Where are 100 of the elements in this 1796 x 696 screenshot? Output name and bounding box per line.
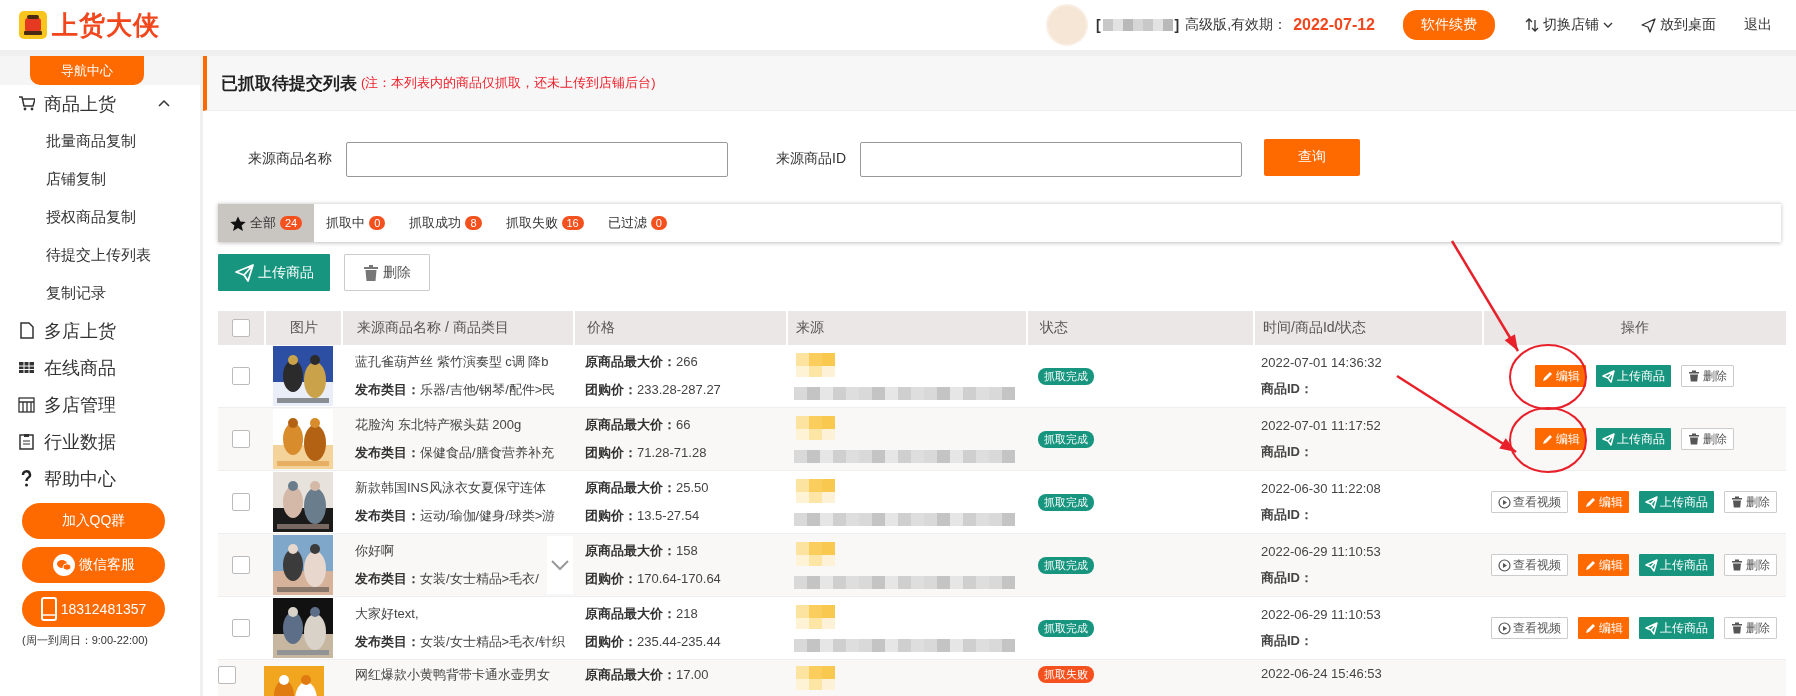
product-id-label: 商品ID：	[1261, 379, 1313, 398]
column-header: 操作	[1621, 319, 1649, 337]
timestamp: 2022-06-24 15:46:53	[1261, 666, 1382, 681]
count-badge: 16	[561, 216, 584, 230]
max-price: 原商品最大价：266	[585, 353, 698, 371]
sidebar-subitem[interactable]: 待提交上传列表	[0, 236, 200, 274]
star-icon	[230, 215, 246, 231]
upload-button[interactable]: 上传商品	[1595, 365, 1671, 387]
sidebar-subitem[interactable]: 批量商品复制	[0, 122, 200, 160]
trash-icon	[1687, 432, 1701, 446]
pencil-icon	[1584, 495, 1597, 509]
logo-text: 上货大侠	[52, 8, 160, 42]
status-badge: 抓取完成	[1038, 493, 1094, 511]
status-badge: 抓取失败	[1038, 666, 1094, 683]
column-header: 价格	[587, 319, 615, 337]
filter-tab[interactable]: 抓取成功 8	[397, 204, 494, 242]
count-badge: 0	[650, 216, 667, 230]
document-icon	[18, 322, 35, 339]
delete-button[interactable]: 删除	[344, 254, 430, 291]
sidebar-item[interactable]: 帮助中心	[0, 460, 200, 497]
chevron-icon	[551, 559, 569, 571]
play-icon	[1498, 621, 1511, 635]
column-header: 图片	[289, 319, 318, 337]
delete-button[interactable]: 删除	[1724, 491, 1777, 513]
sidebar-subitem[interactable]: 复制记录	[0, 274, 200, 312]
view-video-button[interactable]: 查看视频	[1491, 617, 1568, 639]
count-badge: 0	[369, 216, 386, 230]
checkbox[interactable]	[232, 319, 250, 337]
sidebar-item[interactable]: 多店上货	[0, 312, 200, 349]
field-label: 来源商品ID	[776, 150, 846, 168]
upload-button[interactable]: 上传商品	[1639, 491, 1714, 513]
checkbox[interactable]	[232, 430, 250, 448]
send-icon	[1645, 558, 1658, 572]
pin-desktop-link[interactable]: 放到桌面	[1641, 16, 1716, 34]
product-title: 网红爆款小黄鸭背带卡通水壶男女	[355, 666, 550, 684]
filter-tab[interactable]: 抓取失败 16	[493, 204, 596, 242]
trash-icon	[1687, 369, 1701, 383]
status-badge: 抓取完成	[1038, 430, 1094, 448]
group-price: 团购价：170.64-170.64	[585, 570, 721, 588]
trash-icon	[1731, 621, 1744, 635]
sidebar-item[interactable]: 行业数据	[0, 423, 200, 460]
product-title: 大家好text,	[355, 605, 419, 623]
upload-button[interactable]: 上传商品	[1639, 617, 1714, 639]
max-price: 原商品最大价：158	[585, 542, 698, 560]
max-price: 原商品最大价：17.00	[585, 666, 709, 684]
product-id-label: 商品ID：	[1261, 631, 1313, 650]
checkbox[interactable]	[232, 619, 250, 637]
delete-button[interactable]: 删除	[1680, 428, 1734, 450]
play-icon	[1498, 558, 1511, 572]
page-title: 已抓取待提交列表	[221, 72, 357, 95]
upload-button[interactable]: 上传商品	[1595, 428, 1671, 450]
product-title: 新款韩国INS风泳衣女夏保守连体	[355, 479, 546, 497]
pencil-icon	[1540, 369, 1554, 383]
send-icon	[1645, 495, 1658, 509]
caret-icon	[1603, 21, 1613, 29]
checkbox[interactable]	[232, 556, 250, 574]
product-category: 发布类目：女装/女士精品>毛衣/针织	[355, 633, 565, 651]
delete-button[interactable]: 删除	[1724, 617, 1777, 639]
checkbox[interactable]	[218, 666, 236, 684]
checkbox[interactable]	[232, 367, 250, 385]
filter-tab[interactable]: 已过滤 0	[595, 204, 679, 242]
trash-icon	[363, 264, 379, 281]
dropdown-toggle[interactable]	[547, 536, 573, 594]
grid-icon	[18, 359, 35, 376]
status-badge: 抓取完成	[1038, 556, 1094, 574]
logout-link[interactable]: 退出	[1744, 16, 1772, 34]
checkbox[interactable]	[232, 493, 250, 511]
switch-store-link[interactable]: 切换店铺	[1525, 16, 1613, 34]
group-price: 团购价：13.5-27.54	[585, 507, 700, 525]
view-video-button[interactable]: 查看视频	[1491, 554, 1568, 576]
product-title: 蓝孔雀葫芦丝 紫竹演奏型 c调 降b	[355, 353, 549, 371]
delete-button[interactable]: 删除	[1680, 365, 1734, 387]
count-badge: 8	[465, 216, 482, 230]
swap-icon	[1525, 17, 1539, 33]
search-field[interactable]	[346, 141, 728, 177]
view-video-button[interactable]: 查看视频	[1491, 491, 1568, 513]
filter-tab[interactable]: 抓取中 0	[314, 204, 398, 242]
bracket-text: ]	[1174, 17, 1180, 33]
timestamp: 2022-06-30 11:22:08	[1261, 480, 1381, 496]
timestamp: 2022-07-01 11:17:52	[1261, 417, 1381, 433]
delete-button[interactable]: 删除	[1724, 554, 1777, 576]
upload-button[interactable]: 上传商品	[218, 254, 330, 291]
sidebar-item[interactable]: 多店管理	[0, 386, 200, 423]
cart-icon	[18, 95, 35, 112]
column-header: 时间/商品Id/状态	[1263, 319, 1367, 337]
send-icon	[1645, 621, 1658, 635]
play-icon	[1498, 495, 1511, 509]
table-icon	[18, 396, 35, 413]
sidebar-subitem[interactable]: 店铺复制	[0, 160, 200, 198]
search-field[interactable]	[860, 141, 1242, 177]
trash-icon	[1731, 558, 1744, 572]
page-note: (注：本列表内的商品仅抓取，还未上传到店铺后台)	[361, 74, 656, 92]
sidebar-item[interactable]: 商品上货	[0, 85, 200, 122]
product-id-label: 商品ID：	[1261, 568, 1313, 587]
upload-button[interactable]: 上传商品	[1639, 554, 1714, 576]
sidebar-subitem[interactable]: 授权商品复制	[0, 198, 200, 236]
filter-tab[interactable]: 全部 24	[218, 204, 315, 242]
column-header: 来源商品名称 / 商品类目	[357, 319, 509, 337]
sidebar-item[interactable]: 在线商品	[0, 349, 200, 386]
max-price: 原商品最大价：218	[585, 605, 698, 623]
